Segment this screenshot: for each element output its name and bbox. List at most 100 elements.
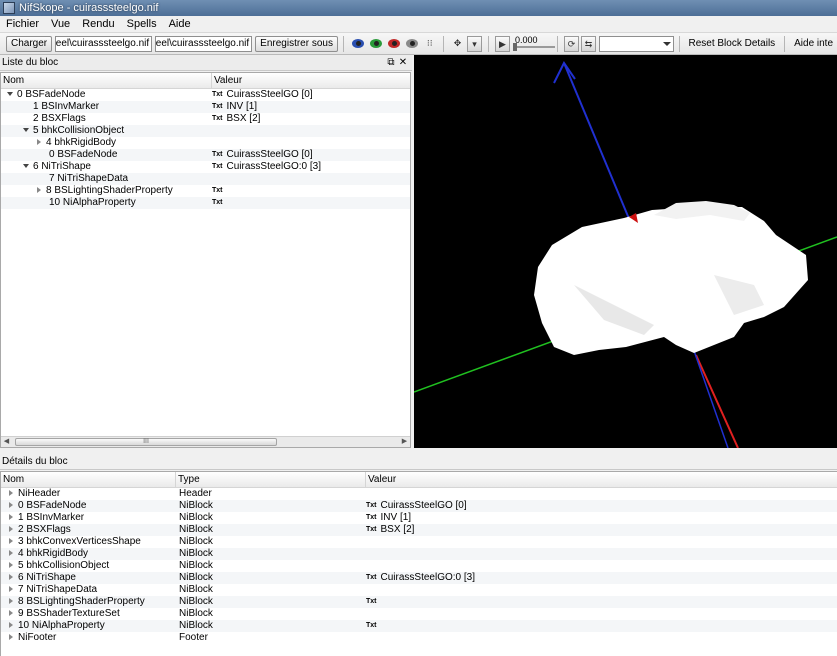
float-icon[interactable]: ⧉ xyxy=(385,56,397,69)
details-row[interactable]: 6 NiTriShape NiBlock Txt CuirassSteelGO:0 [… xyxy=(1,572,837,584)
expand-right-icon[interactable] xyxy=(37,187,41,193)
expand-right-icon[interactable] xyxy=(9,586,13,592)
column-value[interactable]: Valeur xyxy=(212,73,410,88)
expand-right-icon[interactable] xyxy=(9,574,13,580)
details-row[interactable]: 0 BSFadeNode NiBlock Txt CuirassSteelGO [0] xyxy=(1,500,837,512)
block-value: CuirassSteelGO:0 [3] xyxy=(226,161,321,172)
save-path-field[interactable]: nor\steel\cuirasssteelgo.nif xyxy=(155,35,253,52)
details-name: 5 bhkCollisionObject xyxy=(18,560,110,571)
details-name: 0 BSFadeNode xyxy=(18,500,87,511)
help-button[interactable]: Aide inte xyxy=(790,38,837,49)
menu-vue[interactable]: Vue xyxy=(45,16,76,33)
details-row[interactable]: 7 NiTriShapeData NiBlock xyxy=(1,584,837,596)
scroll-left-icon[interactable]: ◀ xyxy=(1,437,12,447)
block-list-hscrollbar[interactable]: ◀ III ▶ xyxy=(1,436,410,447)
expand-down-icon[interactable] xyxy=(23,128,29,132)
details-cell-name: 4 bhkRigidBody xyxy=(1,548,176,560)
expand-down-icon[interactable] xyxy=(7,92,13,96)
details-name: 3 bhkConvexVerticesShape xyxy=(18,536,141,547)
block-list-columns: Nom Valeur xyxy=(1,73,410,89)
block-name: 0 BSFadeNode xyxy=(49,149,118,160)
details-row[interactable]: 8 BSLightingShaderProperty NiBlock Txt xyxy=(1,596,837,608)
load-button[interactable]: Charger xyxy=(6,35,53,52)
block-name: 6 NiTriShape xyxy=(33,161,91,172)
details-row[interactable]: NiFooter Footer xyxy=(1,632,837,644)
tree-row[interactable]: 2 BSXFlags Txt BSX [2] xyxy=(1,113,410,125)
reset-block-details-button[interactable]: Reset Block Details xyxy=(684,38,779,49)
expand-right-icon[interactable] xyxy=(9,490,13,496)
load-path-field[interactable]: nor\steel\cuirasssteelgo.nif xyxy=(55,35,153,52)
expand-right-icon[interactable] xyxy=(9,622,13,628)
switch-icon[interactable]: ⇆ xyxy=(580,35,596,52)
text-type-icon: Txt xyxy=(212,91,223,98)
block-list-tree[interactable]: Nom Valeur 0 BSFadeNode Txt CuirassSteelGO… xyxy=(0,72,411,448)
scroll-right-icon[interactable]: ▶ xyxy=(399,437,410,447)
eye-gray-icon[interactable] xyxy=(406,39,419,48)
tree-row[interactable]: 0 BSFadeNode Txt CuirassSteelGO [0] xyxy=(1,89,410,101)
details-row[interactable]: 9 BSShaderTextureSet NiBlock xyxy=(1,608,837,620)
tree-row[interactable]: 0 BSFadeNode Txt CuirassSteelGO [0] xyxy=(1,149,410,161)
details-name: 9 BSShaderTextureSet xyxy=(18,608,120,619)
text-type-icon: Txt xyxy=(366,502,377,509)
details-row[interactable]: 1 BSInvMarker NiBlock Txt INV [1] xyxy=(1,512,837,524)
play-icon[interactable]: ▶ xyxy=(494,35,510,52)
menu-fichier[interactable]: Fichier xyxy=(0,16,45,33)
details-row[interactable]: 5 bhkCollisionObject NiBlock xyxy=(1,560,837,572)
tree-row[interactable]: 8 BSLightingShaderProperty Txt xyxy=(1,185,410,197)
tree-row[interactable]: 5 bhkCollisionObject xyxy=(1,125,410,137)
tree-cell-name: 7 NiTriShapeData xyxy=(1,173,212,185)
menu-spells[interactable]: Spells xyxy=(121,16,163,33)
expand-right-icon[interactable] xyxy=(9,610,13,616)
column-name[interactable]: Nom xyxy=(1,73,212,88)
column-type[interactable]: Type xyxy=(176,472,366,487)
details-row[interactable]: 2 BSXFlags NiBlock Txt BSX [2] xyxy=(1,524,837,536)
column-value[interactable]: Valeur xyxy=(366,472,836,487)
expand-right-icon[interactable] xyxy=(9,502,13,508)
eye-blue-icon[interactable] xyxy=(351,39,365,48)
menu-rendu[interactable]: Rendu xyxy=(76,16,120,33)
details-row[interactable]: NiHeader Header xyxy=(1,488,837,500)
tree-row[interactable]: 6 NiTriShape Txt CuirassSteelGO:0 [3] xyxy=(1,161,410,173)
menu-bar: Fichier Vue Rendu Spells Aide xyxy=(0,16,837,33)
move-icon[interactable]: ✥ xyxy=(450,36,465,52)
details-row[interactable]: 3 bhkConvexVerticesShape NiBlock xyxy=(1,536,837,548)
scroll-thumb[interactable]: III xyxy=(15,438,277,446)
expand-right-icon[interactable] xyxy=(9,562,13,568)
details-row[interactable]: 10 NiAlphaProperty NiBlock Txt xyxy=(1,620,837,632)
expand-right-icon[interactable] xyxy=(9,514,13,520)
text-type-icon: Txt xyxy=(212,151,223,158)
tree-row[interactable]: 4 bhkRigidBody xyxy=(1,137,410,149)
block-list-title: Liste du bloc xyxy=(2,57,59,68)
tree-row[interactable]: 7 NiTriShapeData xyxy=(1,173,410,185)
details-row[interactable]: 4 bhkRigidBody NiBlock xyxy=(1,548,837,560)
expand-right-icon[interactable] xyxy=(9,598,13,604)
animation-combo[interactable] xyxy=(598,35,674,52)
details-cell-name: 10 NiAlphaProperty xyxy=(1,620,176,632)
view-dropdown-icon[interactable]: ▾ xyxy=(466,35,482,52)
expand-right-icon[interactable] xyxy=(9,526,13,532)
cuirass-mesh xyxy=(534,207,808,355)
time-slider[interactable]: 0.000 xyxy=(512,35,555,52)
slider-knob[interactable] xyxy=(512,42,517,51)
load-path-text: nor\steel\cuirasssteelgo.nif xyxy=(55,37,150,49)
expand-right-icon[interactable] xyxy=(37,139,41,145)
footprints-icon[interactable]: ⁝⁝ xyxy=(422,36,437,52)
tree-cell-value: Txt CuirassSteelGO [0] xyxy=(212,149,410,161)
tree-row[interactable]: 1 BSInvMarker Txt INV [1] xyxy=(1,101,410,113)
eye-green-icon[interactable] xyxy=(370,39,383,48)
details-cell-name: 7 NiTriShapeData xyxy=(1,584,176,596)
column-name[interactable]: Nom xyxy=(1,472,176,487)
expand-right-icon[interactable] xyxy=(9,634,13,640)
block-details-tree[interactable]: Nom Type Valeur NiHeader Header 0 BSFadeNo… xyxy=(0,471,837,656)
block-name: 2 BSXFlags xyxy=(33,113,86,124)
close-icon[interactable]: ✕ xyxy=(397,56,409,69)
eye-red-icon[interactable] xyxy=(388,39,401,48)
expand-down-icon[interactable] xyxy=(23,164,29,168)
menu-aide[interactable]: Aide xyxy=(163,16,197,33)
save-as-button[interactable]: Enregistrer sous xyxy=(255,35,338,52)
expand-right-icon[interactable] xyxy=(9,550,13,556)
loop-icon[interactable]: ⟳ xyxy=(563,35,579,52)
expand-right-icon[interactable] xyxy=(9,538,13,544)
tree-row[interactable]: 10 NiAlphaProperty Txt xyxy=(1,197,410,209)
render-viewport[interactable] xyxy=(414,55,837,448)
